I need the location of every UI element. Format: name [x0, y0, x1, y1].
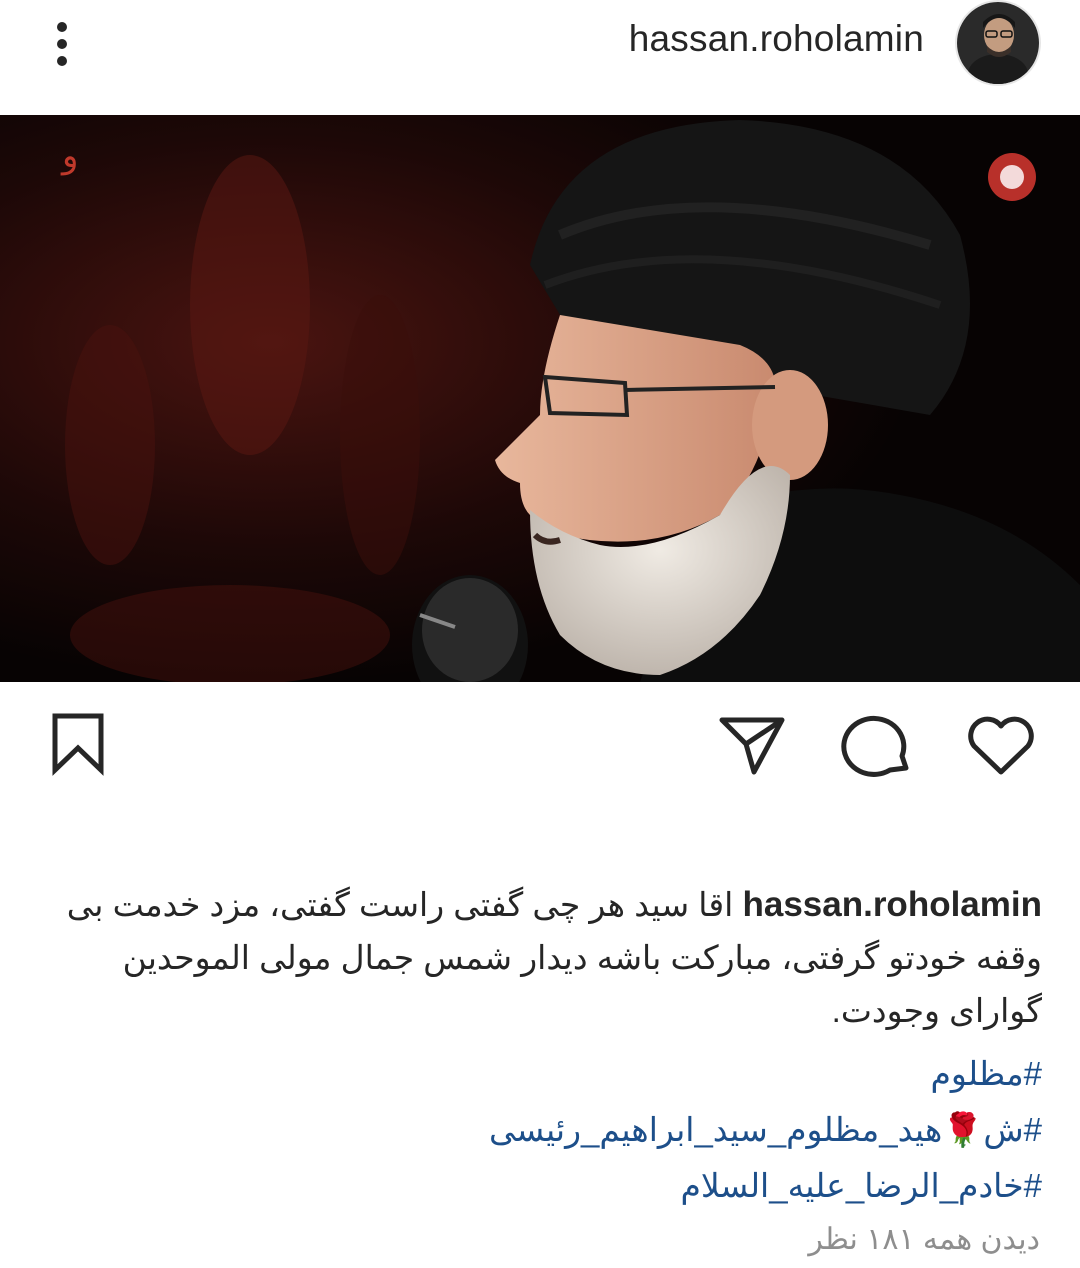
view-all-comments-link[interactable]: دیدن همه ۱۸۱ نظر	[808, 1222, 1040, 1257]
like-button[interactable]	[964, 714, 1038, 783]
post-caption: hassan.roholamin اقا سید هر چی گفتی راست…	[50, 878, 1042, 1037]
svg-text:و: و	[60, 136, 78, 176]
heart-icon	[968, 716, 1034, 775]
comment-bubble-icon	[841, 715, 909, 777]
post-video[interactable]: و	[0, 115, 1080, 682]
bookmark-icon	[52, 713, 104, 776]
save-button[interactable]	[48, 712, 108, 781]
paper-plane-icon	[719, 717, 785, 775]
hashtag-list: #مظلوم #ش🌹هید_مظلوم_سید_ابراهیم_رئیسی #خ…	[50, 1046, 1042, 1214]
share-button[interactable]	[718, 712, 788, 783]
post-username[interactable]: hassan.roholamin	[629, 18, 924, 60]
more-dot	[57, 39, 67, 49]
hashtag-link[interactable]: #مظلوم	[50, 1046, 1042, 1102]
hashtag-link[interactable]: #خادم_الرضا_علیه_السلام	[50, 1158, 1042, 1214]
comment-button[interactable]	[840, 712, 914, 785]
video-frame: و	[0, 115, 1080, 682]
post-header: hassan.roholamin	[0, 0, 1080, 112]
more-dot	[57, 56, 67, 66]
more-options-button[interactable]	[40, 18, 84, 70]
more-vertical-icon	[57, 22, 67, 32]
hashtag-link[interactable]: #ش🌹هید_مظلوم_سید_ابراهیم_رئیسی	[50, 1102, 1042, 1158]
post-actions-bar	[0, 700, 1080, 800]
profile-avatar[interactable]	[957, 2, 1039, 84]
caption-username[interactable]: hassan.roholamin	[742, 885, 1042, 924]
